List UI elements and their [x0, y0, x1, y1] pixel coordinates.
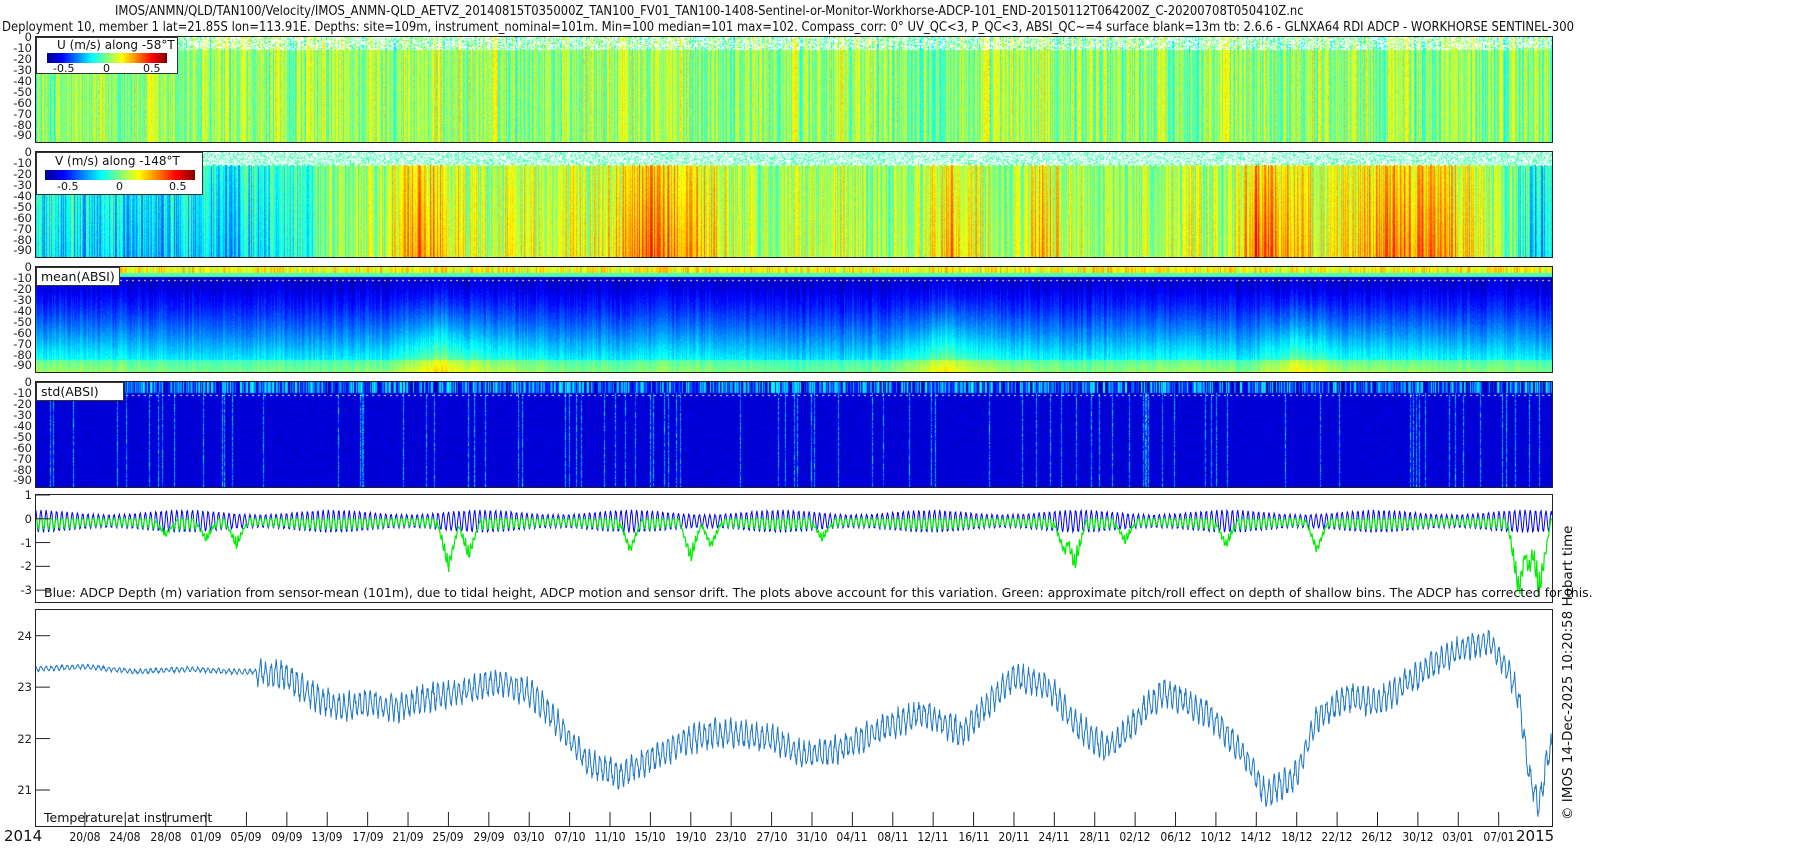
y-tick-label: -90	[13, 130, 32, 141]
y-tick-label: 24	[17, 631, 32, 642]
temperature-plot: Temperature at instrument	[35, 609, 1553, 827]
x-tick-label: 07/01	[1483, 830, 1514, 844]
x-tick-label: 06/12	[1160, 830, 1191, 844]
v-velocity-heatmap: V (m/s) along -148°T -0.5 0 0.5	[35, 151, 1553, 258]
depth-variation-plot: Blue: ADCP Depth (m) variation from sens…	[35, 494, 1553, 603]
x-tick-label: 20/11	[998, 830, 1029, 844]
x-tick-label: 19/10	[675, 830, 706, 844]
u-colorbar-legend: U (m/s) along -58°T -0.5 0 0.5	[36, 37, 178, 74]
x-tick-label: 13/09	[312, 830, 343, 844]
x-tick-label: 03/10	[514, 830, 545, 844]
v-cbar-tick: 0.5	[169, 180, 187, 193]
v-colorbar	[45, 170, 195, 180]
x-tick-label: 26/12	[1362, 830, 1393, 844]
y-tick-label: 0	[25, 514, 32, 525]
x-tick-label: 22/12	[1322, 830, 1353, 844]
x-tick-label: 17/09	[352, 830, 383, 844]
copyright-timestamp: © IMOS 14-Dec-2025 10:20:58 Hobart time	[1560, 526, 1576, 820]
x-tick-label: 23/10	[716, 830, 747, 844]
x-tick-label: 04/11	[837, 830, 868, 844]
x-tick-label: 21/09	[392, 830, 423, 844]
y-tick-label: 22	[17, 734, 32, 745]
y-tick-label: 1	[25, 490, 32, 501]
x-tick-label: 09/09	[271, 830, 302, 844]
std-absi-heatmap: std(ABSI)	[35, 381, 1553, 488]
depth-annotation: Blue: ADCP Depth (m) variation from sens…	[44, 585, 1593, 600]
x-tick-label: 16/11	[958, 830, 989, 844]
x-tick-label: 07/10	[554, 830, 585, 844]
u-legend-title: U (m/s) along -58°T	[57, 38, 175, 52]
x-tick-label: 02/12	[1120, 830, 1151, 844]
u-heatmap-canvas	[36, 37, 1552, 142]
y-tick-label: -2	[21, 561, 32, 572]
y-tick-label: 21	[17, 785, 32, 796]
y-tick-label: -90	[13, 245, 32, 256]
x-tick-label: 24/11	[1039, 830, 1070, 844]
u-cbar-tick: -0.5	[53, 62, 74, 75]
x-tick-label: 14/12	[1241, 830, 1272, 844]
temperature-label: Temperature at instrument	[44, 810, 212, 825]
v-cbar-tick: -0.5	[57, 180, 78, 193]
x-tick-label: 12/11	[918, 830, 949, 844]
chart-title-file-path: IMOS/ANMN/QLD/TAN100/Velocity/IMOS_ANMN-…	[115, 3, 1663, 19]
x-tick-label: 30/12	[1402, 830, 1433, 844]
y-tick-label: -1	[21, 538, 32, 549]
x-tick-label: 29/09	[473, 830, 504, 844]
v-heatmap-canvas	[36, 152, 1552, 257]
u-velocity-heatmap: U (m/s) along -58°T -0.5 0 0.5	[35, 36, 1553, 143]
y-tick-label: -90	[13, 360, 32, 371]
x-tick-label: 28/11	[1079, 830, 1110, 844]
u-cbar-tick: 0.5	[143, 62, 161, 75]
temperature-svg	[36, 610, 1552, 826]
x-tick-label: 28/08	[150, 830, 181, 844]
y-tick-label: -3	[21, 585, 32, 596]
std-absi-canvas	[36, 382, 1552, 487]
x-tick-label: 24/08	[110, 830, 141, 844]
v-cbar-tick: 0	[116, 180, 123, 193]
v-legend-title: V (m/s) along -148°T	[55, 154, 180, 168]
x-tick-label: 08/11	[877, 830, 908, 844]
year-start-label: 2014	[4, 827, 42, 845]
x-tick-label: 20/08	[69, 830, 100, 844]
x-tick-label: 27/10	[756, 830, 787, 844]
x-tick-label: 25/09	[433, 830, 464, 844]
x-tick-label: 01/09	[190, 830, 221, 844]
u-cbar-tick: 0	[103, 62, 110, 75]
y-tick-label: -90	[13, 475, 32, 486]
mean-absi-label: mean(ABSI)	[36, 267, 120, 286]
x-tick-label: 10/12	[1200, 830, 1231, 844]
x-tick-label: 11/10	[594, 830, 625, 844]
pitch-roll-effect-line	[36, 519, 1552, 596]
x-tick-label: 31/10	[796, 830, 827, 844]
temperature-line	[36, 631, 1552, 817]
y-tick-label: 23	[17, 682, 32, 693]
x-tick-label: 03/01	[1443, 830, 1474, 844]
std-absi-label: std(ABSI)	[36, 382, 124, 401]
mean-absi-heatmap: mean(ABSI)	[35, 266, 1553, 373]
x-tick-label: 18/12	[1281, 830, 1312, 844]
x-tick-label: 05/09	[231, 830, 262, 844]
chart-subtitle-deployment: Deployment 10, member 1 lat=21.85S lon=1…	[2, 19, 1550, 35]
year-end-label: 2015	[1516, 827, 1554, 845]
x-tick-label: 15/10	[635, 830, 666, 844]
mean-absi-canvas	[36, 267, 1552, 372]
v-colorbar-legend: V (m/s) along -148°T -0.5 0 0.5	[36, 152, 203, 195]
